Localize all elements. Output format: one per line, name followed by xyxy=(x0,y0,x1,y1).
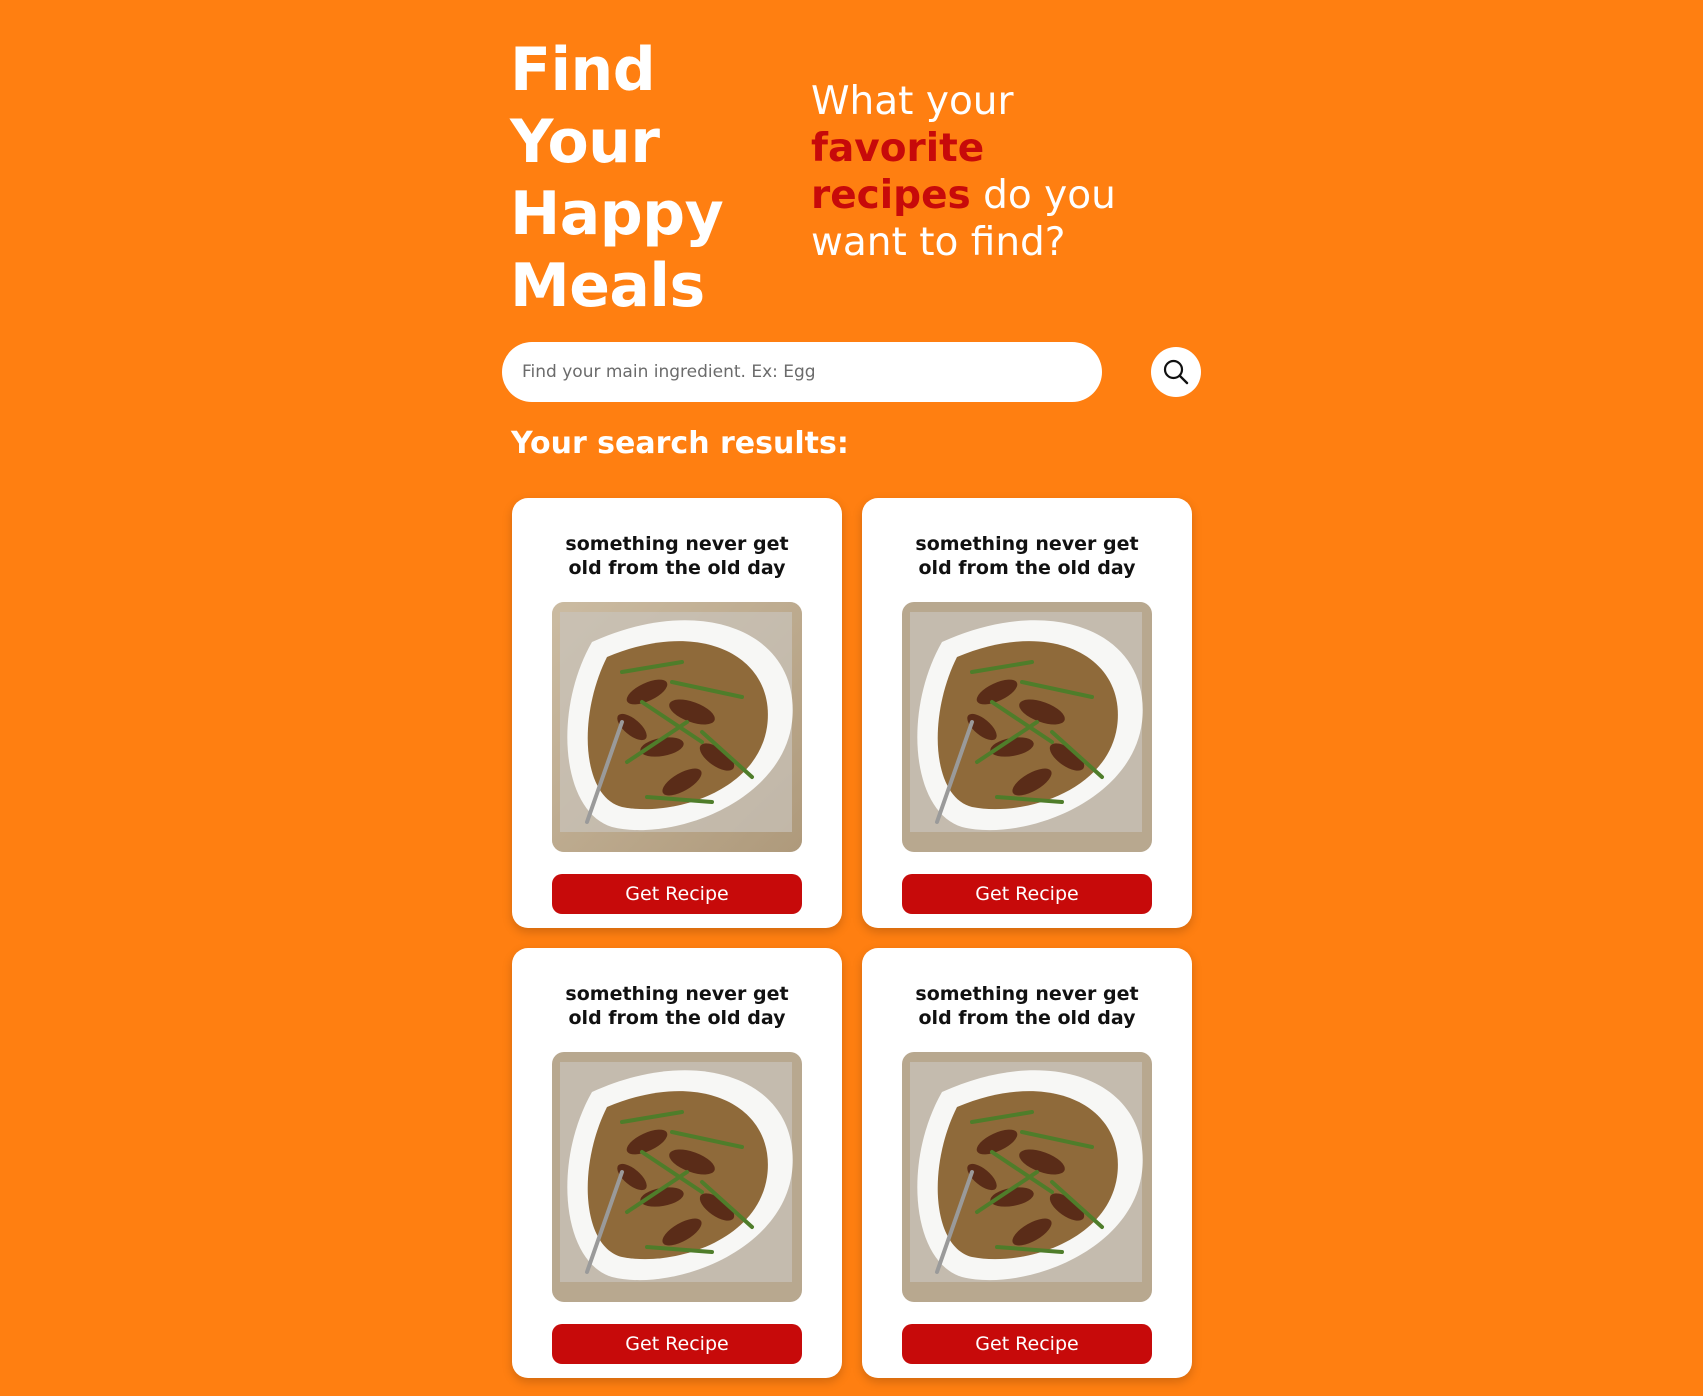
page: Find Your Happy Meals What your favorite… xyxy=(0,0,1703,1396)
hero-title-line: Your xyxy=(510,107,660,177)
tagline: What your favorite recipes do you want t… xyxy=(811,78,1141,266)
get-recipe-button[interactable]: Get Recipe xyxy=(902,874,1152,914)
hero-title-line: Find xyxy=(510,35,656,105)
search-icon xyxy=(1163,359,1189,385)
tagline-accent: recipes xyxy=(811,173,971,218)
recipe-image xyxy=(552,1052,802,1302)
recipe-image xyxy=(902,602,1152,852)
recipe-card: something never get old from the old day xyxy=(862,948,1192,1378)
recipe-title: something never get old from the old day xyxy=(565,533,789,579)
tagline-suffix: want to find? xyxy=(811,220,1066,265)
recipe-title: something never get old from the old day xyxy=(565,983,789,1029)
results-grid: something never get old from the old day xyxy=(512,498,1192,1378)
search-input[interactable] xyxy=(502,342,1102,402)
recipe-card: something never get old from the old day xyxy=(862,498,1192,928)
tagline-suffix: do you xyxy=(983,173,1116,218)
get-recipe-button[interactable]: Get Recipe xyxy=(902,1324,1152,1364)
tagline-prefix: What your xyxy=(811,79,1014,124)
tagline-accent: favorite xyxy=(811,126,985,171)
get-recipe-button[interactable]: Get Recipe xyxy=(552,1324,802,1364)
get-recipe-button[interactable]: Get Recipe xyxy=(552,874,802,914)
hero-title: Find Your Happy Meals xyxy=(510,34,770,322)
recipe-image xyxy=(552,602,802,852)
hero-title-line: Happy xyxy=(510,179,724,249)
search-button[interactable] xyxy=(1151,347,1201,397)
hero-title-line: Meals xyxy=(510,251,705,321)
recipe-image xyxy=(902,1052,1152,1302)
recipe-title: something never get old from the old day xyxy=(915,533,1139,579)
results-heading: Your search results: xyxy=(511,426,849,461)
recipe-card: something never get old from the old day xyxy=(512,948,842,1378)
recipe-card: something never get old from the old day xyxy=(512,498,842,928)
recipe-title: something never get old from the old day xyxy=(915,983,1139,1029)
